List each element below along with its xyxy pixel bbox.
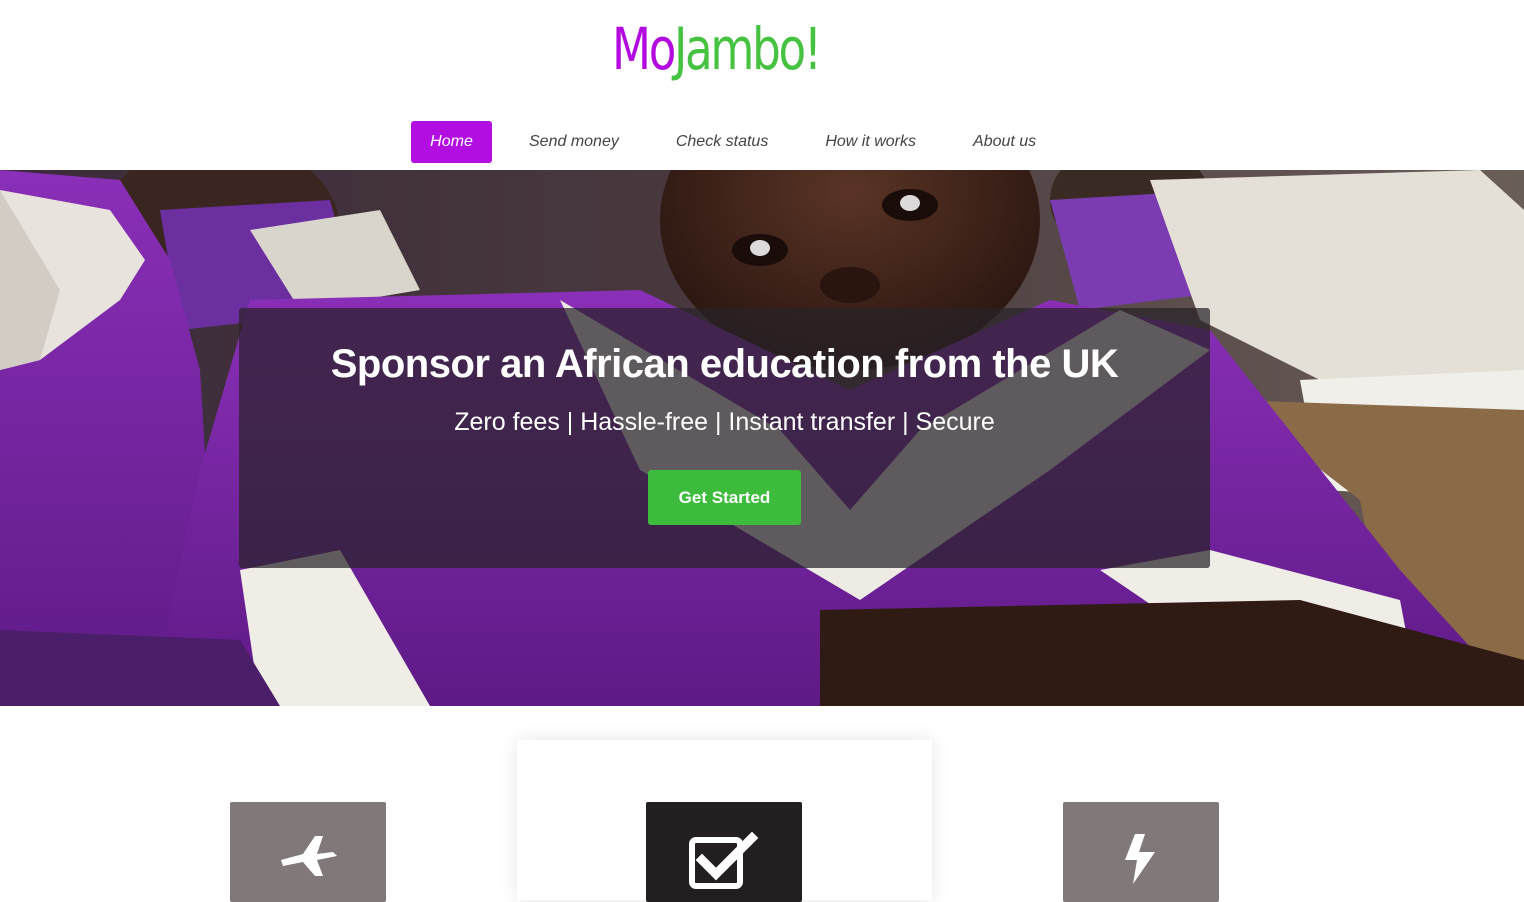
logo-text-mo: Mo	[612, 15, 676, 83]
logo-text-jambo: Jambo!	[674, 15, 822, 83]
hero-banner: Sponsor an African education from the UK…	[0, 170, 1524, 706]
lightning-icon	[1125, 834, 1155, 884]
nav-send-money[interactable]: Send money	[510, 121, 638, 163]
hero-subtitle: Zero fees | Hassle-free | Instant transf…	[454, 408, 995, 436]
airplane-icon	[281, 836, 337, 876]
nav-check-status[interactable]: Check status	[657, 121, 787, 163]
main-nav: Home Send money Check status How it work…	[411, 121, 1055, 163]
logo[interactable]: MoJambo!	[612, 14, 822, 84]
features-section	[0, 706, 1524, 902]
get-started-button[interactable]: Get Started	[648, 470, 801, 525]
hero-title: Sponsor an African education from the UK	[330, 342, 1119, 386]
feature-box-verified	[646, 802, 802, 902]
hero-panel: Sponsor an African education from the UK…	[239, 308, 1210, 568]
feature-box-instant	[1063, 802, 1219, 902]
feature-box-travel	[230, 802, 386, 902]
checkbox-icon	[689, 831, 759, 889]
site-header: MoJambo! Home Send money Check status Ho…	[0, 0, 1524, 170]
nav-how-it-works[interactable]: How it works	[806, 121, 935, 163]
nav-home[interactable]: Home	[411, 121, 492, 163]
nav-about-us[interactable]: About us	[954, 121, 1055, 163]
